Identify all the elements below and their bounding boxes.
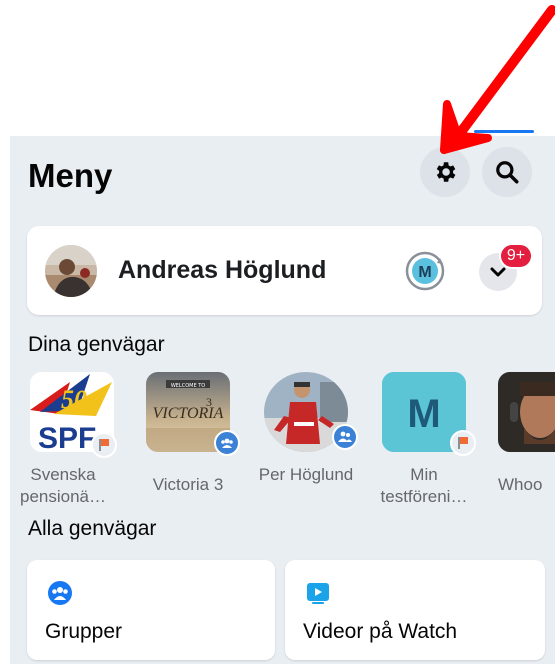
profile-name: Andreas Höglund <box>118 256 327 284</box>
gear-icon <box>436 162 456 182</box>
top-blank-area <box>0 0 555 136</box>
scroll-indicator <box>474 130 534 133</box>
groups-icon <box>48 581 72 605</box>
page-title: Meny <box>28 157 113 194</box>
flag-icon <box>91 432 117 458</box>
profile-card[interactable]: Andreas Höglund M 9+ <box>27 226 542 315</box>
search-button[interactable] <box>482 147 532 197</box>
shortcut-label: Per Höglund <box>258 465 354 484</box>
svg-text:3: 3 <box>206 395 212 409</box>
friends-icon <box>332 424 358 450</box>
search-icon <box>496 161 519 184</box>
shortcut-thumbnail <box>498 372 555 452</box>
switch-account-initial: M <box>418 264 431 281</box>
notification-badge: 9+ <box>499 243 533 269</box>
tile-label: Videor på Watch <box>303 620 458 643</box>
shortcut-logo-letter: M <box>407 392 440 436</box>
flag-icon <box>450 430 476 456</box>
switch-account-button[interactable]: M <box>404 250 446 292</box>
shortcut-label: Whoo <box>498 475 543 494</box>
watch-icon <box>307 583 329 604</box>
svg-text:VICTORIA: VICTORIA <box>153 405 224 422</box>
groups-tile[interactable]: Grupper <box>27 560 275 660</box>
shortcut-label: Svenska pensionä… <box>19 465 106 506</box>
group-icon <box>214 430 240 456</box>
menu-panel: Meny Andreas Höglund M 9+ Dina genvägar … <box>10 136 555 664</box>
settings-button[interactable] <box>420 147 470 197</box>
svg-text:SPF: SPF <box>38 422 96 452</box>
svg-text:50: 50 <box>61 385 87 414</box>
tile-label: Grupper <box>45 620 123 643</box>
all-shortcuts-title: Alla genvägar <box>28 517 157 540</box>
shortcut-label: Min testföreni… <box>380 465 468 506</box>
shortcuts-section-title: Dina genvägar <box>28 333 165 356</box>
watch-tile[interactable]: Videor på Watch <box>285 560 545 660</box>
shortcut-label: Victoria 3 <box>152 475 224 494</box>
avatar <box>45 245 97 297</box>
svg-text:WELCOME TO: WELCOME TO <box>171 383 205 389</box>
